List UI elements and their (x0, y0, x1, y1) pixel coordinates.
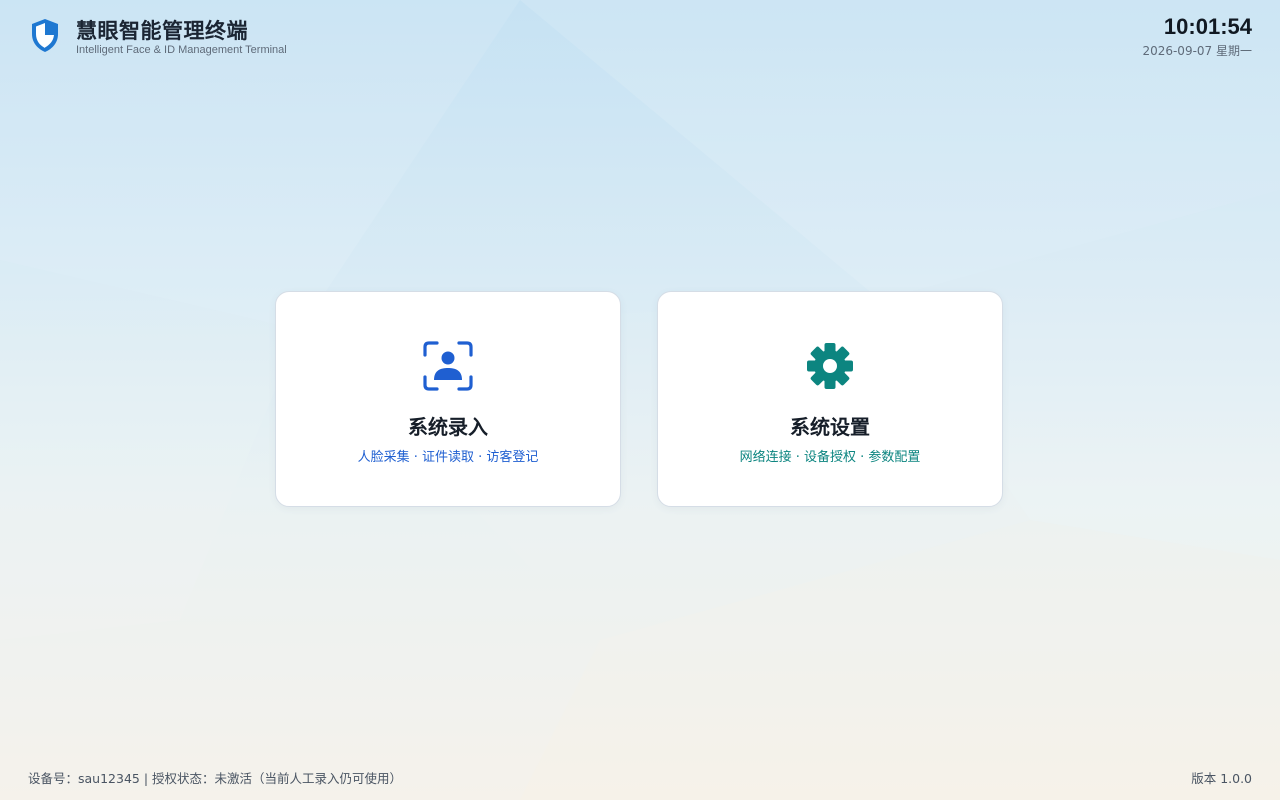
system-entry-description: 人脸采集 · 证件读取 · 访客登记 (357, 450, 539, 465)
system-settings-description: 网络连接 · 设备授权 · 参数配置 (739, 450, 921, 465)
device-status-info: 设备号：sau12345 | 授权状态：未激活（当前人工录入仍可使用） (28, 771, 403, 786)
header: 慧眼智能管理终端 Intelligent Face & ID Managemen… (0, 0, 1280, 70)
gear-icon (807, 343, 853, 389)
background-pattern (0, 0, 1280, 800)
system-settings-card[interactable]: 系统设置 网络连接 · 设备授权 · 参数配置 (657, 291, 1003, 507)
app-title: 慧眼智能管理终端 (76, 19, 248, 43)
clock-time: 10:01:54 (1163, 14, 1252, 39)
shield-icon (32, 19, 58, 52)
system-entry-title: 系统录入 (408, 415, 488, 439)
face-scan-icon (423, 341, 473, 391)
app-subtitle: Intelligent Face & ID Management Termina… (76, 44, 287, 56)
system-entry-card[interactable]: 系统录入 人脸采集 · 证件读取 · 访客登记 (275, 291, 621, 507)
clock-date: 2026-09-07 星期一 (1142, 44, 1252, 58)
system-settings-title: 系统设置 (790, 415, 870, 439)
version-label: 版本 1.0.0 (1191, 771, 1252, 786)
